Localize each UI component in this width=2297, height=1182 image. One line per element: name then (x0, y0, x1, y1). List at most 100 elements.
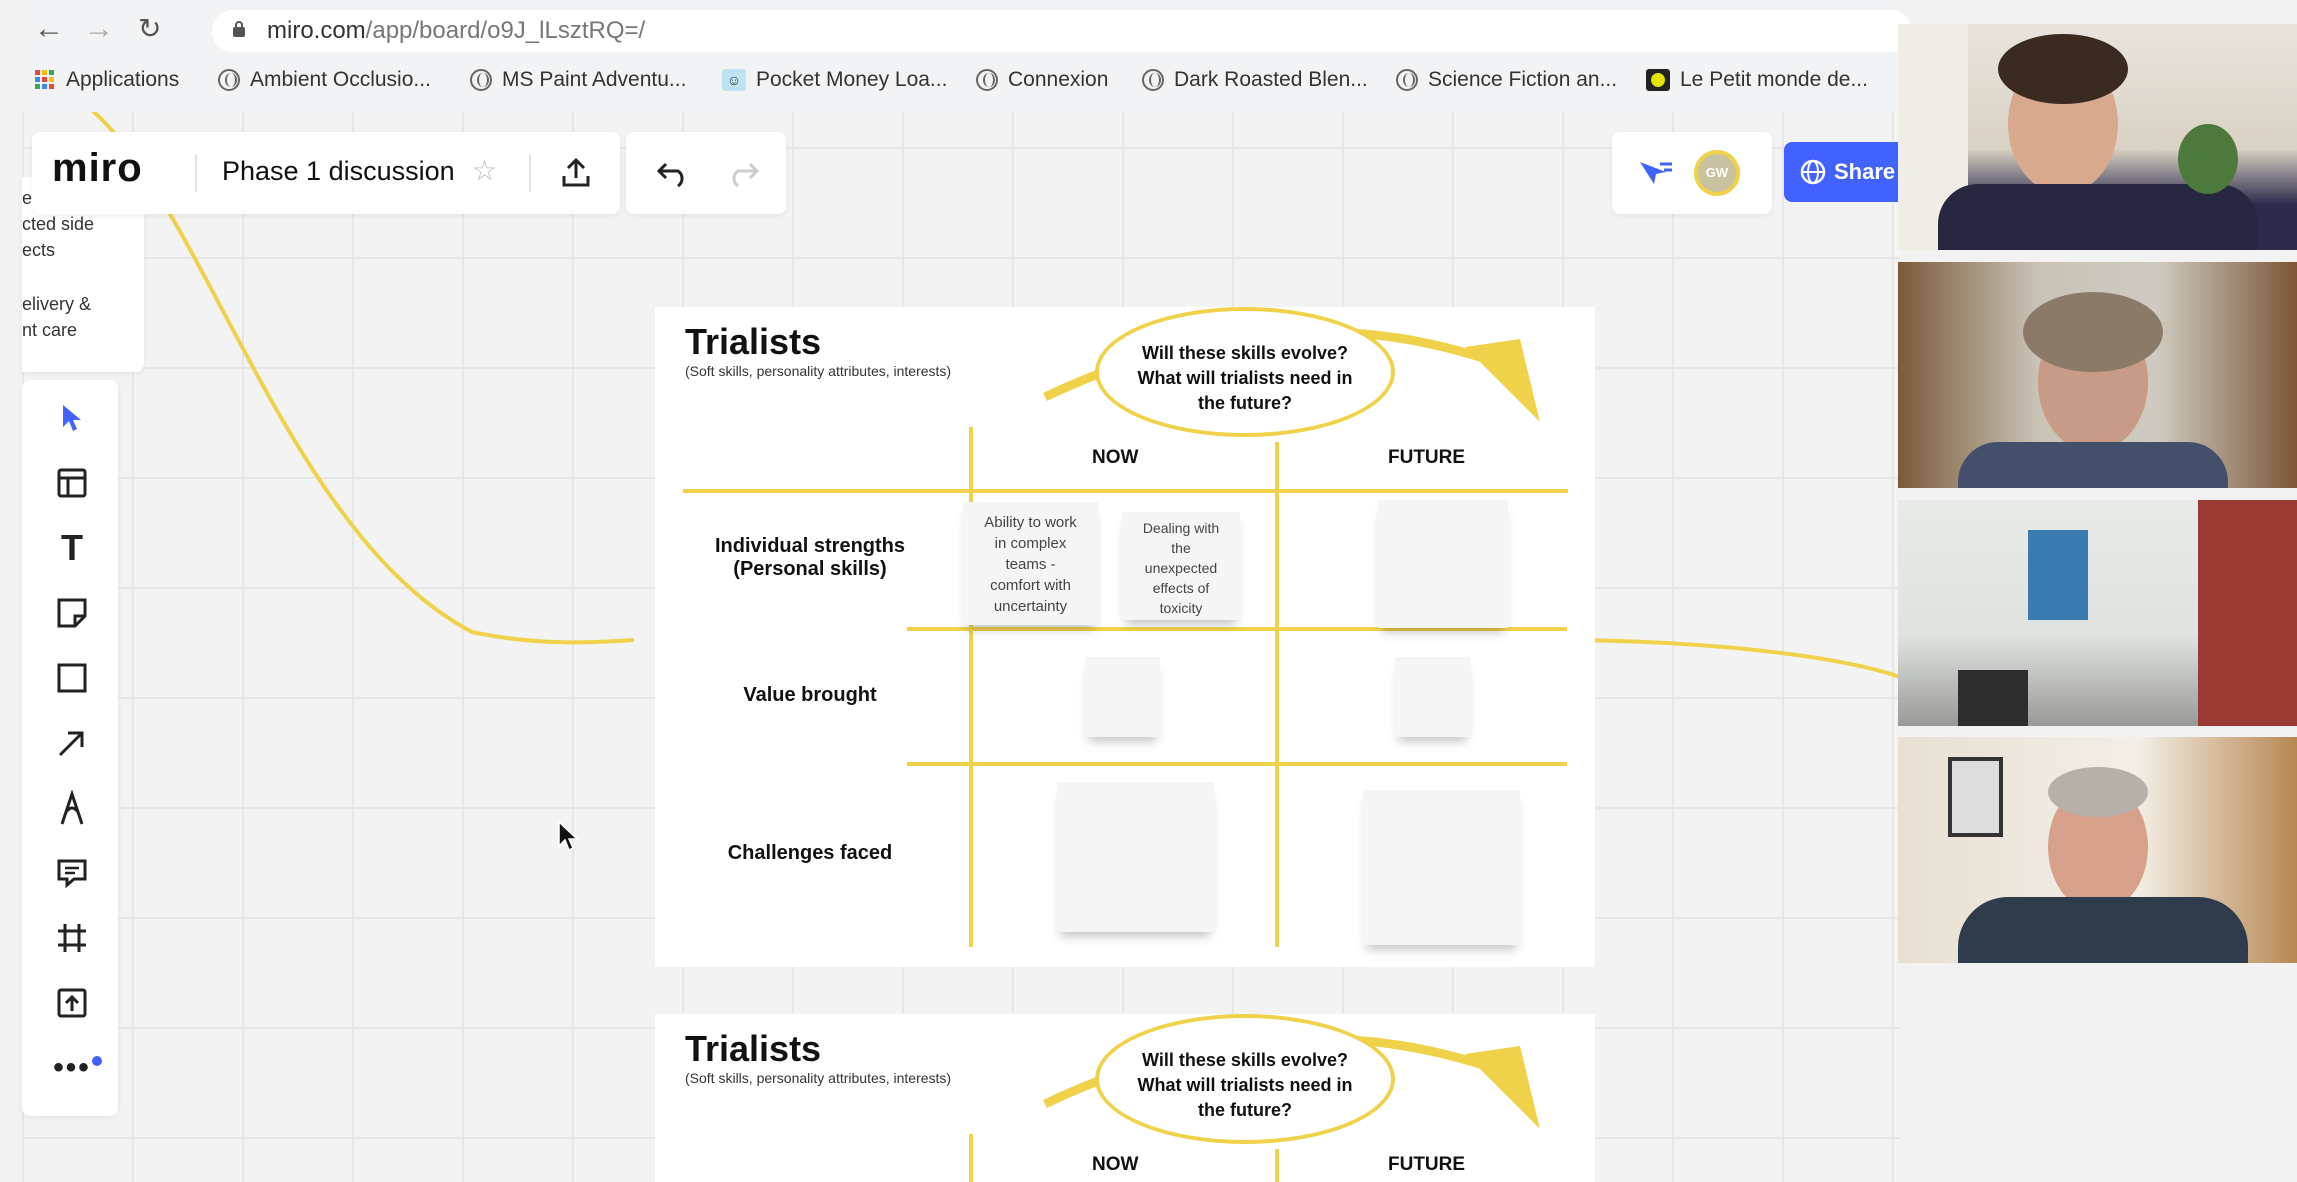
grid-line (683, 489, 1568, 493)
question-line: Will these skills evolve? (1142, 1050, 1348, 1070)
bookmark-le-petit-monde[interactable]: Le Petit monde de... (1646, 68, 1868, 92)
frame-subtitle: (Soft skills, personality attributes, in… (685, 1070, 952, 1086)
pen-tool[interactable] (52, 788, 92, 828)
globe-icon (1142, 69, 1164, 91)
reload-icon[interactable]: ↻ (138, 14, 161, 44)
side-frame-line: elivery & (22, 294, 92, 314)
bookmark-connexion[interactable]: Connexion (976, 68, 1108, 92)
video-tile-participant-3[interactable] (1898, 500, 2297, 726)
smiley-icon: ☺ (722, 69, 746, 91)
select-tool[interactable] (52, 398, 92, 438)
video-tile-participant-1[interactable] (1898, 24, 2297, 250)
board-header-panel: miro Phase 1 discussion ☆ (32, 132, 620, 214)
notification-dot (92, 1056, 102, 1066)
bookmark-science-fiction[interactable]: Science Fiction an... (1396, 68, 1617, 92)
bookmark-label: MS Paint Adventu... (502, 68, 687, 91)
row-individual-strengths: Individual strengths (Personal skills) (705, 535, 915, 581)
sticky-note-tool[interactable] (52, 593, 92, 633)
template-icon (57, 468, 87, 498)
sticky-note[interactable]: Ability to work in complex teams - comfort … (963, 502, 1098, 625)
upload-tool[interactable] (52, 983, 92, 1023)
column-now: NOW (1092, 1154, 1139, 1175)
column-future: FUTURE (1388, 447, 1466, 468)
globe-icon (470, 69, 492, 91)
url-text: miro.com/app/board/o9J_lLsztRQ=/ (267, 17, 645, 45)
participant-hair (1998, 34, 2128, 104)
sticky-line: Dealing with (1142, 520, 1220, 536)
sticky-line: toxicity (1159, 600, 1203, 616)
share-button[interactable]: Share (1784, 142, 1914, 202)
plant (2178, 124, 2238, 194)
row-challenges-faced: Challenges faced (727, 842, 893, 864)
sticky-note-empty[interactable] (1395, 657, 1470, 737)
sticky-note-empty[interactable] (1085, 657, 1160, 737)
grid-line (969, 1134, 973, 1182)
side-frame-line: nt care (22, 320, 78, 340)
row-label-line: Individual strengths (714, 535, 906, 557)
bookmark-ambient-occlusion[interactable]: Ambient Occlusio... (218, 68, 431, 92)
tools-panel: T ••• (22, 380, 118, 1116)
reactions-icon[interactable] (1636, 158, 1674, 190)
sticky-note-empty[interactable] (1057, 782, 1214, 932)
forward-icon[interactable]: → (84, 14, 114, 44)
sticky-note[interactable]: Dealing with the unexpected effects of toxic… (1122, 512, 1240, 620)
connection-line-tool[interactable] (52, 723, 92, 763)
sticky-line: the (1171, 540, 1191, 556)
frame-title: Trialists (685, 321, 822, 362)
back-icon[interactable]: ← (34, 14, 64, 44)
frame-title: Trialists (685, 1028, 822, 1069)
upload-file-icon (57, 988, 87, 1018)
frame-subtitle: (Soft skills, personality attributes, in… (685, 363, 952, 379)
grid-line (1275, 442, 1279, 947)
cursor-icon (63, 405, 81, 431)
sticky-line: in complex (994, 535, 1067, 552)
shape-tool[interactable] (52, 658, 92, 698)
globe-icon (1800, 159, 1826, 185)
sticky-note-empty[interactable] (1363, 790, 1520, 945)
divider (529, 154, 531, 192)
bookmark-pocket-money[interactable]: ☺ Pocket Money Loa... (722, 68, 947, 92)
sticky-note-empty[interactable] (1378, 500, 1508, 628)
miro-board-canvas[interactable]: e cted side ects elivery & nt care miro … (22, 112, 1914, 1182)
bookmark-label: Dark Roasted Blen... (1174, 68, 1368, 91)
bookmark-label: Le Petit monde de... (1680, 68, 1868, 91)
share-label: Share (1834, 159, 1896, 184)
redo-icon[interactable] (726, 158, 760, 188)
question-line: What will trialists need in (1137, 368, 1353, 388)
miro-logo[interactable]: miro (52, 146, 143, 191)
user-avatar[interactable]: GW (1694, 150, 1740, 196)
bookmark-ms-paint[interactable]: MS Paint Adventu... (470, 68, 686, 92)
bookmark-label: Applications (66, 68, 180, 91)
grid-line (1275, 1149, 1279, 1182)
comment-icon (57, 859, 87, 889)
browser-chrome: ← → ↻ miro.com/app/board/o9J_lLsztRQ=/ A… (22, 0, 1912, 112)
sticky-line: unexpected (1144, 560, 1218, 576)
wall-art (2028, 530, 2088, 620)
pen-icon (60, 790, 84, 825)
video-tile-participant-4[interactable] (1898, 737, 2297, 963)
side-frame-line: ects (22, 240, 56, 260)
text-tool[interactable]: T (52, 527, 92, 568)
participant-clothing (1958, 442, 2228, 488)
participant-hair (2023, 292, 2163, 372)
question-line: the future? (1198, 393, 1292, 413)
upload-icon[interactable] (559, 156, 593, 190)
sticky-line: Ability to work (984, 514, 1077, 531)
board-title[interactable]: Phase 1 discussion (222, 156, 455, 187)
comment-tool[interactable] (52, 853, 92, 893)
undo-icon[interactable] (656, 158, 690, 188)
trialists-frame-2[interactable]: Trialists (Soft skills, personality attr… (655, 1014, 1595, 1182)
bookmark-dark-roasted[interactable]: Dark Roasted Blen... (1142, 68, 1368, 92)
side-frame-line: cted side (22, 214, 95, 234)
sticky-line: comfort with (990, 577, 1071, 594)
wall-frame (1948, 757, 2003, 837)
more-tools-button[interactable]: ••• (52, 1048, 92, 1088)
frame-tool[interactable] (52, 918, 92, 958)
video-tile-participant-2[interactable] (1898, 262, 2297, 488)
undo-redo-panel (626, 132, 786, 214)
sticky-line: effects of (1152, 580, 1210, 596)
templates-tool[interactable] (52, 463, 92, 503)
bookmark-applications[interactable]: Applications (34, 68, 179, 92)
star-icon[interactable]: ☆ (472, 154, 497, 187)
trialists-frame-1[interactable]: Trialists (Soft skills, personality attr… (655, 307, 1595, 967)
